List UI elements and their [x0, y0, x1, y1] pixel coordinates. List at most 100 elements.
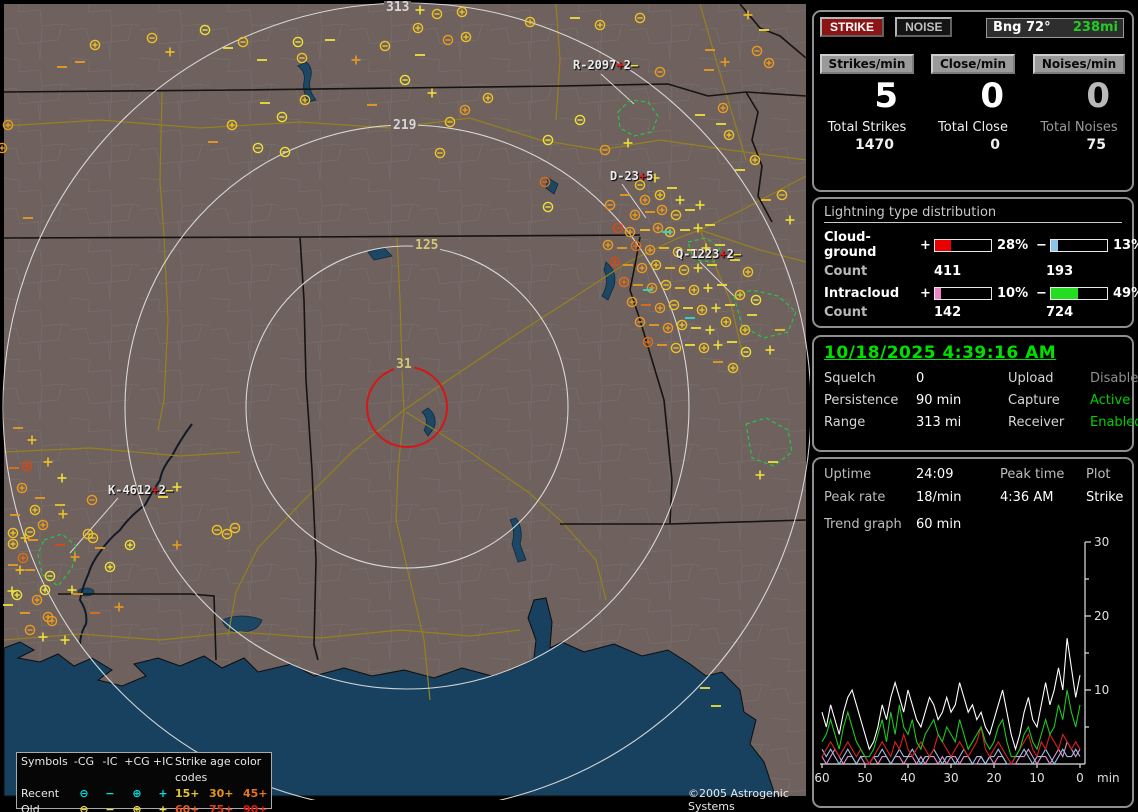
legend-symbol: ⊖ — [79, 803, 89, 812]
ring-label-313: 313 — [384, 0, 412, 15]
svg-text:30: 30 — [1094, 536, 1109, 549]
svg-text:min: min — [1097, 771, 1120, 785]
total-strikes-label: Total Strikes — [827, 120, 907, 135]
legend-symbol: ⊕ — [132, 787, 142, 800]
noise-toggle-button[interactable]: NOISE — [895, 17, 953, 37]
peak-rate-value: 18/min — [916, 490, 962, 505]
status-value: 313 mi — [916, 415, 962, 430]
app-window: 313 219 125 31 R-2097+2– D-23+5 Q-1223+2– K-46… — [0, 0, 1138, 812]
strike-toggle-button[interactable]: STRIKE — [820, 17, 885, 37]
distribution-panel: Lightning type distribution Cloud-ground… — [812, 197, 1138, 328]
range-value: 238mi — [1072, 20, 1118, 35]
map-legend: Symbols -CG -IC +CG +IC Strike age color code… — [16, 752, 272, 812]
ring-label-125: 125 — [413, 238, 441, 253]
strikes-per-min-button[interactable]: Strikes/min — [819, 54, 915, 74]
cell-label-K-4612: K-4612+2– — [108, 483, 174, 497]
cg-plus-pct: 28% — [997, 237, 1029, 253]
peak-rate-label: Peak rate — [824, 490, 886, 505]
total-noises-value: 75 — [1086, 137, 1106, 153]
svg-text:0: 0 — [1076, 771, 1084, 785]
distribution-title: Lightning type distribution — [824, 205, 1122, 223]
svg-text:20: 20 — [986, 771, 1001, 785]
close-per-min-button[interactable]: Close/min — [931, 54, 1015, 74]
legend-age-code: 30+ — [209, 787, 234, 800]
noises-per-min-button[interactable]: Noises/min — [1032, 54, 1126, 74]
map-canvas[interactable]: 313 219 125 31 R-2097+2– D-23+5 Q-1223+2– K-46… — [0, 0, 810, 812]
status-value: 0 — [916, 371, 925, 386]
status-value: Enabled — [1090, 415, 1138, 430]
cg-plus-sign: + — [920, 237, 931, 253]
cg-minus-bar — [1050, 238, 1108, 252]
status-label: Receiver — [1008, 415, 1065, 430]
legend-age-code: 60+ — [175, 803, 200, 812]
legend-age-code: 75+ — [209, 803, 234, 812]
status-value: Disabled — [1090, 371, 1138, 386]
legend-symbol: ⊖ — [79, 787, 89, 800]
svg-text:20: 20 — [1094, 609, 1109, 623]
legend-age-code: 15+ — [175, 787, 200, 800]
legend-col-header: Symbols — [21, 755, 68, 768]
ring-label-31: 31 — [394, 357, 414, 372]
ic-plus-pct: 10% — [997, 286, 1029, 301]
legend-age-code: 90+ — [243, 803, 268, 812]
legend-col-header: +IC — [152, 755, 174, 768]
total-noises-label: Total Noises — [1040, 120, 1118, 135]
cg-count-label: Count — [824, 264, 868, 279]
legend-col-header: -CG — [73, 755, 95, 768]
cell-label-Q-1223: Q-1223+2– — [676, 247, 742, 261]
total-close-value: 0 — [990, 137, 1000, 153]
trend-window-value: 60 min — [916, 517, 962, 532]
legend-symbol: ⊕ — [132, 803, 142, 812]
stats-panel: STRIKE NOISE Bng 72° 238mi Strikes/min 5… — [812, 10, 1134, 192]
status-value: Active — [1090, 393, 1131, 408]
svg-text:30: 30 — [943, 771, 958, 785]
legend-symbol: + — [158, 787, 168, 800]
total-close-label: Total Close — [938, 120, 1008, 135]
svg-text:50: 50 — [857, 771, 872, 785]
legend-row-label: Old — [21, 803, 40, 812]
ic-minus-sign: − — [1036, 286, 1047, 301]
cell-label-R-2097: R-2097+2– — [573, 58, 639, 72]
close-per-min-value: 0 — [980, 76, 1004, 116]
intracloud-label: Intracloud — [824, 286, 900, 301]
legend-row-label: Recent — [21, 787, 60, 800]
legend-symbol: + — [158, 803, 168, 812]
status-panel: 10/18/2025 4:39:16 AM Squelch 0 Upload Disa… — [812, 335, 1138, 452]
peak-time-label: Peak time — [1000, 467, 1065, 482]
trend-graph-label: Trend graph — [824, 517, 902, 532]
datetime-display: 10/18/2025 4:39:16 AM — [824, 343, 1057, 363]
ic-minus-pct: 49% — [1113, 286, 1138, 301]
cg-minus-pct: 13% — [1113, 237, 1138, 253]
cg-plus-count: 411 — [934, 264, 962, 279]
status-value: 90 min — [916, 393, 962, 408]
noises-per-min-value: 0 — [1086, 76, 1110, 116]
legend-col-header: -IC — [102, 755, 118, 768]
uptime-value: 24:09 — [916, 467, 954, 482]
ic-minus-count: 724 — [1046, 305, 1074, 320]
svg-text:60: 60 — [814, 771, 829, 785]
svg-text:10: 10 — [1029, 771, 1044, 785]
legend-age-code: 45+ — [243, 787, 268, 800]
ic-plus-count: 142 — [934, 305, 962, 320]
trend-panel: Uptime 24:09 Peak time Plot Peak rate 18… — [812, 457, 1134, 808]
ring-label-219: 219 — [391, 118, 419, 133]
total-strikes-value: 1470 — [855, 137, 894, 153]
status-label: Range — [824, 415, 866, 430]
strikes-per-min-value: 5 — [874, 76, 898, 116]
uptime-label: Uptime — [824, 467, 872, 482]
cg-plus-bar — [934, 238, 992, 252]
copyright-text: ©2005 Astrogenic Systems — [688, 787, 789, 812]
cg-minus-sign: − — [1036, 237, 1047, 253]
cloud-ground-label: Cloud-ground — [824, 230, 877, 260]
bearing-range-indicator: Bng 72° 238mi — [986, 18, 1124, 38]
ic-minus-bar — [1050, 287, 1108, 300]
ic-plus-sign: + — [920, 286, 931, 301]
plot-value: Strike — [1086, 490, 1124, 505]
status-label: Upload — [1008, 371, 1054, 386]
trend-graph: 10 20 30 60 50 40 30 20 10 0 min — [814, 536, 1120, 785]
status-label: Persistence — [824, 393, 899, 408]
ic-count-label: Count — [824, 305, 868, 320]
legend-symbol: − — [105, 787, 115, 800]
legend-header: Symbols -CG -IC +CG +IC Strike age color code… — [21, 754, 267, 786]
bearing-value: Bng 72° — [993, 20, 1051, 35]
